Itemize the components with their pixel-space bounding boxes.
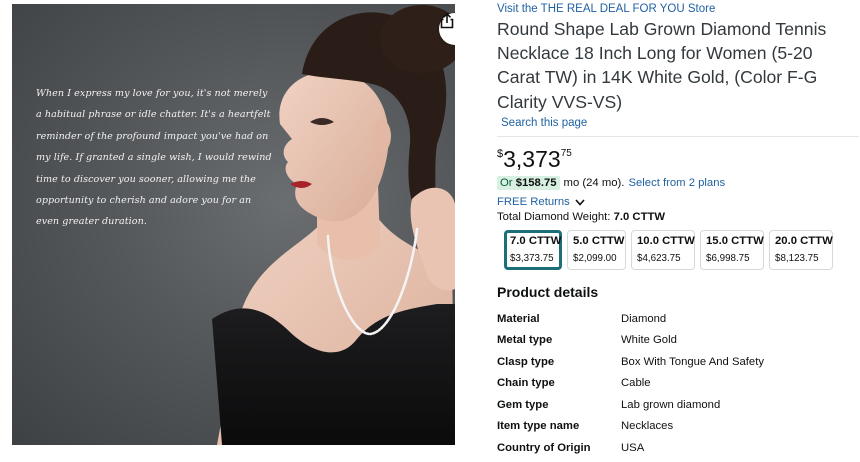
option-price: $2,099.00 bbox=[573, 253, 617, 264]
option-price: $6,998.75 bbox=[706, 253, 750, 264]
spec-key: Item type name bbox=[497, 420, 580, 432]
free-returns-label: FREE Returns bbox=[497, 196, 570, 208]
spec-key: Clasp type bbox=[497, 356, 555, 368]
spec-value: White Gold bbox=[621, 334, 677, 346]
option-price: $4,623.75 bbox=[637, 253, 681, 264]
option-name: 20.0 CTTW bbox=[775, 235, 833, 247]
share-icon bbox=[440, 13, 454, 29]
spec-key: Chain type bbox=[497, 377, 555, 389]
monthly-amount: $158.75 bbox=[515, 177, 557, 189]
option-price: $8,123.75 bbox=[775, 253, 819, 264]
weight-option-7[interactable]: 7.0 CTTW $3,373.75 bbox=[504, 230, 562, 270]
weight-label-text: Total Diamond Weight: bbox=[497, 211, 614, 223]
chevron-down-icon bbox=[575, 198, 585, 206]
weight-selected: 7.0 CTTW bbox=[613, 211, 666, 223]
spec-value: USA bbox=[621, 442, 645, 454]
product-image[interactable]: When I express my love for you, it's not… bbox=[12, 4, 455, 445]
option-name: 5.0 CTTW bbox=[573, 235, 625, 247]
option-name: 7.0 CTTW bbox=[510, 235, 562, 247]
weight-option-10[interactable]: 10.0 CTTW $4,623.75 bbox=[631, 230, 695, 270]
spec-key: Gem type bbox=[497, 399, 549, 411]
select-plans-link[interactable]: Select from 2 plans bbox=[628, 177, 725, 189]
monthly-payment: Or $158.75 mo (24 mo). Select from 2 pla… bbox=[497, 176, 725, 190]
option-name: 10.0 CTTW bbox=[637, 235, 695, 247]
spec-value: Lab grown diamond bbox=[621, 399, 721, 411]
product-details-heading: Product details bbox=[497, 284, 599, 300]
monthly-badge: Or $158.75 bbox=[497, 176, 560, 190]
price-currency: $ bbox=[497, 148, 504, 160]
spec-value: Diamond bbox=[621, 313, 667, 325]
weight-option-5[interactable]: 5.0 CTTW $2,099.00 bbox=[567, 230, 626, 270]
weight-option-20[interactable]: 20.0 CTTW $8,123.75 bbox=[769, 230, 833, 270]
price-fraction: 75 bbox=[560, 148, 572, 159]
search-this-page-link[interactable]: Search this page bbox=[501, 117, 587, 129]
spec-key: Material bbox=[497, 313, 540, 325]
free-returns-link[interactable]: FREE Returns bbox=[497, 196, 585, 208]
spec-key: Metal type bbox=[497, 334, 553, 346]
image-quote: When I express my love for you, it's not… bbox=[36, 88, 272, 228]
price-whole: 3,373 bbox=[503, 146, 561, 172]
price: $3,37375 bbox=[497, 146, 572, 172]
product-title: Round Shape Lab Grown Diamond Tennis Nec… bbox=[497, 19, 827, 112]
diamond-weight-label: Total Diamond Weight: 7.0 CTTW bbox=[497, 211, 665, 223]
option-name: 15.0 CTTW bbox=[706, 235, 764, 247]
spec-value: Cable bbox=[621, 377, 651, 389]
spec-value: Box With Tongue And Safety bbox=[621, 356, 764, 368]
monthly-term: mo (24 mo). bbox=[563, 177, 625, 189]
spec-key: Country of Origin bbox=[497, 442, 591, 454]
divider bbox=[497, 136, 859, 137]
option-price: $3,373.75 bbox=[510, 253, 554, 264]
spec-value: Necklaces bbox=[621, 420, 674, 432]
weight-option-15[interactable]: 15.0 CTTW $6,998.75 bbox=[700, 230, 764, 270]
store-link[interactable]: Visit the THE REAL DEAL FOR YOU Store bbox=[497, 3, 715, 15]
monthly-prefix: Or bbox=[500, 177, 516, 189]
